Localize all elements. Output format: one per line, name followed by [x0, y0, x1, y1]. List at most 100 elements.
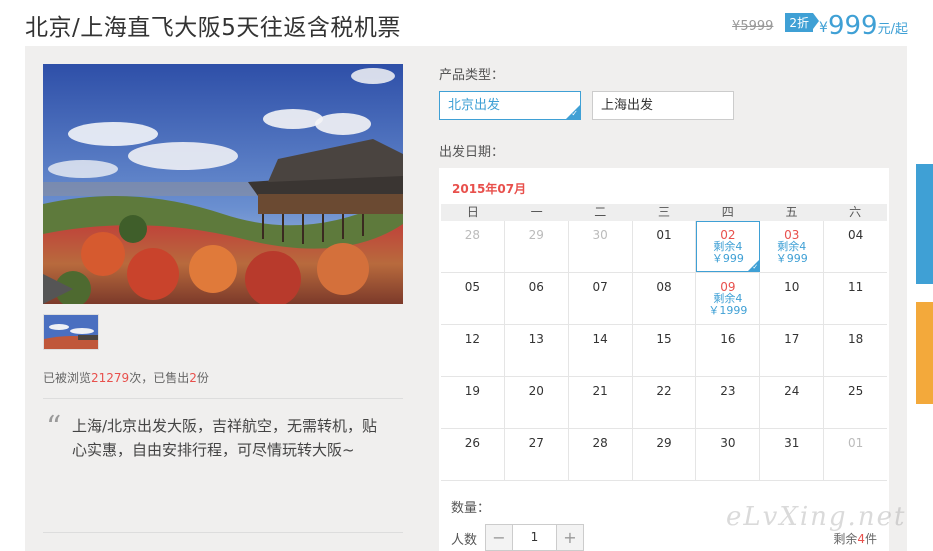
calendar-week-row: 26 27 28 29 30 31 01: [441, 429, 887, 481]
weekday-label: 日: [466, 205, 479, 219]
calendar-day: 01: [824, 429, 887, 480]
day-number: 08: [656, 280, 672, 294]
day-number: 01: [847, 436, 864, 450]
stats-suffix: 份: [196, 371, 209, 385]
thumbnail-image[interactable]: [43, 314, 99, 350]
day-number: 11: [847, 280, 864, 294]
weekday-label: 五: [785, 205, 798, 219]
calendar-week-row: 05 06 07 08 09 剩余4 ￥1999 10 11: [441, 273, 887, 325]
day-number: 10: [784, 280, 800, 294]
calendar-day: 30: [569, 221, 633, 272]
day-number: 23: [720, 384, 736, 398]
calendar-day: 06: [505, 273, 569, 324]
people-label: 人数: [451, 533, 478, 548]
price-area: ¥5999 2折 ¥ 999 元/起: [732, 10, 908, 40]
product-type-option-shanghai[interactable]: 上海出发: [592, 91, 734, 120]
product-panel: 已被浏览21279次，已售出2份 “ 上海/北京出发大阪，吉祥航空，无需转机，贴…: [25, 46, 907, 551]
day-number: 15: [656, 332, 672, 346]
watermark: eLvXing.net: [726, 502, 907, 532]
day-number: 21: [592, 384, 608, 398]
side-tab-blue[interactable]: [916, 164, 933, 284]
calendar-day: 24: [760, 377, 825, 428]
day-number: 14: [592, 332, 608, 346]
calendar-day-available[interactable]: 02 剩余4 ￥999 ✓: [696, 221, 761, 272]
day-number: 31: [784, 436, 800, 450]
current-price: ¥ 999 元/起: [819, 12, 908, 40]
weekday-label: 一: [530, 205, 543, 219]
hero-image: [43, 64, 403, 304]
calendar-day: 12: [441, 325, 505, 376]
calendar-day: 28: [441, 221, 505, 272]
day-number: 01: [656, 228, 672, 242]
day-number: 26: [464, 436, 481, 450]
day-number: 20: [528, 384, 544, 398]
day-number: 19: [464, 384, 481, 398]
calendar-day: 28: [569, 429, 633, 480]
weekday-header: 日一二三四五六: [441, 204, 887, 221]
calendar-day: 22: [633, 377, 697, 428]
quantity-input[interactable]: 1: [512, 525, 557, 550]
views-count: 21279: [91, 371, 130, 385]
calendar-day: 14: [569, 325, 633, 376]
departure-date-label: 出发日期：: [439, 145, 505, 160]
product-title: 北京/上海直飞大阪5天往返含税机票: [25, 15, 401, 41]
calendar-day: 11: [824, 273, 887, 324]
weekday-label: 六: [849, 205, 862, 219]
calendar-day: 20: [505, 377, 569, 428]
product-type-label: 产品类型：: [439, 68, 505, 83]
calendar-day: 27: [505, 429, 569, 480]
calendar-day: 29: [633, 429, 697, 480]
day-number: 13: [528, 332, 544, 346]
calendar-day: 31: [760, 429, 825, 480]
calendar-grid: 28 29 30 01 02 剩余4 ￥999 ✓ 03 剩余4 ￥999 04 05 06 07 08 09 剩…: [441, 221, 887, 481]
quote-icon: “: [46, 410, 62, 445]
calendar-day-available[interactable]: 09 剩余4 ￥1999: [696, 273, 761, 324]
day-number: 12: [464, 332, 481, 346]
product-type-option-label: 北京出发: [448, 98, 501, 113]
calendar-day: 30: [696, 429, 761, 480]
weekday-label: 二: [594, 205, 607, 219]
calendar-day: 26: [441, 429, 505, 480]
quantity-stepper: − 1 +: [485, 524, 584, 551]
day-number: 30: [720, 436, 736, 450]
day-number: 06: [528, 280, 544, 294]
day-number: 16: [720, 332, 736, 346]
calendar-day: 21: [569, 377, 633, 428]
weekday-label: 四: [721, 205, 734, 219]
calendar-day: 29: [505, 221, 569, 272]
product-description: 上海/北京出发大阪，吉祥航空，无需转机，贴心实惠，自由安排行程，可尽情玩转大阪~: [72, 417, 378, 459]
calendar-week-row: 12 13 14 15 16 17 18: [441, 325, 887, 377]
day-number: 25: [847, 384, 864, 398]
product-type-option-beijing[interactable]: 北京出发 ✓: [439, 91, 581, 120]
decrement-button[interactable]: −: [486, 525, 512, 550]
calendar-day: 19: [441, 377, 505, 428]
stock-remaining: 剩余4件: [833, 530, 877, 547]
calendar-day: 08: [633, 273, 697, 324]
side-tab-orange[interactable]: [916, 302, 933, 404]
day-price: ￥1999: [708, 304, 748, 317]
day-number: 05: [464, 280, 481, 294]
divider: [43, 398, 403, 399]
calendar-day-available[interactable]: 03 剩余4 ￥999: [760, 221, 825, 272]
product-type-option-label: 上海出发: [601, 98, 654, 113]
divider: [43, 532, 403, 533]
quantity-label: 数量：: [451, 501, 491, 516]
calendar-day: 18: [824, 325, 887, 376]
weekday-label: 三: [658, 205, 671, 219]
stock-count: 4: [857, 532, 865, 546]
calendar-month: 2015年07月: [452, 182, 527, 196]
day-number: 24: [784, 384, 800, 398]
calendar-day: 10: [760, 273, 825, 324]
stock-suffix: 件: [864, 532, 877, 546]
day-number: 29: [656, 436, 672, 450]
calendar-day: 05: [441, 273, 505, 324]
price-currency: ¥: [819, 20, 828, 36]
view-sold-stats: 已被浏览21279次，已售出2份: [43, 369, 209, 386]
increment-button[interactable]: +: [557, 525, 583, 550]
day-number: 28: [592, 436, 608, 450]
calendar-day: 07: [569, 273, 633, 324]
sold-count: 2: [189, 371, 197, 385]
day-number: 04: [847, 228, 864, 242]
stats-prefix: 已被浏览: [43, 371, 92, 385]
kiyomizu-temple-photo: [43, 64, 403, 304]
